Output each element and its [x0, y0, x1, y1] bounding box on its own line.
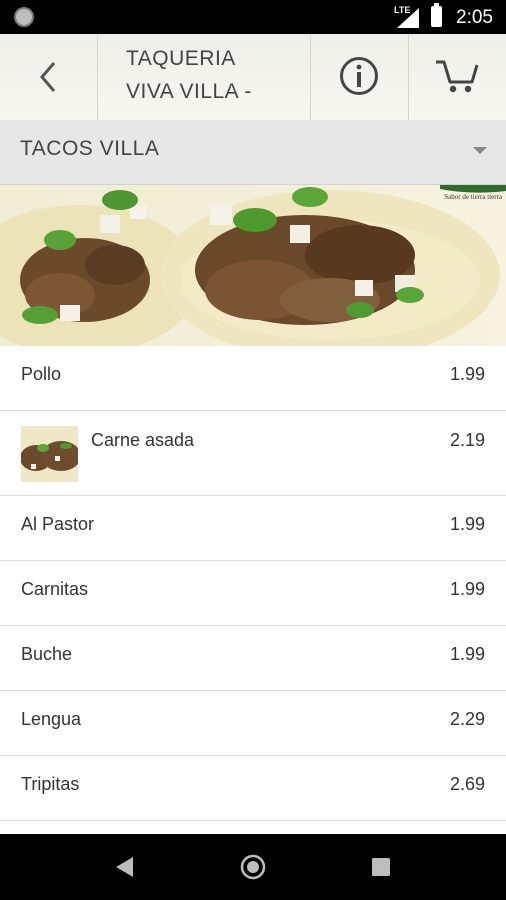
- app-header: TAQUERIA VIVA VILLA -: [0, 34, 506, 121]
- nav-back-icon[interactable]: [115, 856, 135, 878]
- restaurant-title: TAQUERIA VIVA VILLA -: [98, 34, 311, 120]
- item-price: 2.29: [449, 709, 485, 729]
- item-name: Tripitas: [21, 774, 80, 794]
- item-name: Buche: [21, 644, 73, 664]
- info-button[interactable]: [311, 34, 409, 120]
- item-thumbnail: [21, 426, 78, 482]
- dropdown-arrow-icon: [473, 147, 487, 154]
- status-time: 2:05: [456, 7, 493, 28]
- cart-icon: [436, 60, 479, 93]
- item-name: Pollo: [21, 364, 62, 384]
- title-line-1: TAQUERIA: [126, 47, 236, 70]
- item-name: Lengua: [21, 709, 82, 729]
- item-price: 2.19: [449, 430, 485, 450]
- category-label: TACOS VILLA: [20, 137, 160, 160]
- notification-icon: [14, 7, 34, 27]
- status-bar: LTE 2:05: [0, 0, 506, 34]
- item-price: 2.69: [449, 774, 485, 794]
- item-name: Carne asada: [91, 430, 195, 450]
- item-price: 1.99: [449, 514, 485, 534]
- menu-item[interactable]: Al Pastor 1.99: [0, 496, 506, 561]
- item-price: 1.99: [449, 644, 485, 664]
- chevron-left-icon: [40, 62, 56, 92]
- info-icon: [340, 57, 378, 95]
- title-line-2: VIVA VILLA -: [126, 80, 252, 103]
- item-name: Al Pastor: [21, 514, 95, 534]
- category-banner-image: Sabor de tierra tierra: [0, 185, 506, 346]
- banner-tagline: Sabor de tierra tierra: [444, 193, 502, 201]
- nav-home-icon[interactable]: [240, 854, 266, 880]
- item-price: 1.99: [449, 364, 485, 384]
- item-name: Carnitas: [21, 579, 89, 599]
- menu-item-list: Pollo 1.99 Carne asada 2.19 Al Pastor 1.…: [0, 346, 506, 821]
- cart-button[interactable]: [409, 34, 506, 120]
- category-dropdown[interactable]: TACOS VILLA: [0, 120, 506, 185]
- signal-icon: [397, 8, 419, 28]
- back-button[interactable]: [0, 34, 98, 120]
- item-price: 1.99: [449, 579, 485, 599]
- menu-item[interactable]: Carnitas 1.99: [0, 561, 506, 626]
- tacos-photo: [0, 185, 506, 346]
- battery-icon: [431, 3, 442, 27]
- nav-recents-icon[interactable]: [372, 858, 390, 876]
- menu-item[interactable]: Pollo 1.99: [0, 346, 506, 411]
- menu-item[interactable]: Buche 1.99: [0, 626, 506, 691]
- menu-item[interactable]: Tripitas 2.69: [0, 756, 506, 821]
- system-nav-bar: [0, 834, 506, 900]
- menu-item[interactable]: Carne asada 2.19: [0, 411, 506, 496]
- menu-item[interactable]: Lengua 2.29: [0, 691, 506, 756]
